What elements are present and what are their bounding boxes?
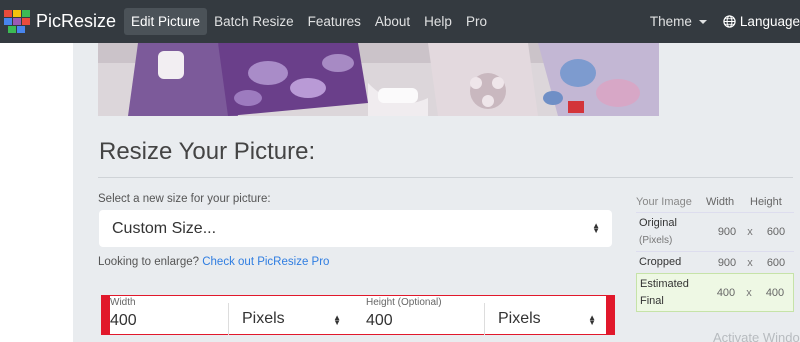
height-unit-select[interactable]: Pixels ▲ ▼	[484, 303, 606, 335]
activate-windows-watermark: Activate Windo	[713, 330, 800, 342]
original-sub: (Pixels)	[639, 235, 673, 246]
navbar: PicResize Edit Picture Batch Resize Feat…	[0, 0, 800, 43]
image-dimensions-table: Your Image Width Height Original (Pixels…	[636, 191, 794, 312]
nav-edit-picture[interactable]: Edit Picture	[124, 8, 208, 35]
original-height: 600	[766, 226, 786, 238]
header-height: Height	[750, 195, 782, 208]
language-label: Language	[739, 14, 800, 29]
select-arrows-icon: ▲ ▼	[588, 313, 596, 327]
header-width: Width	[706, 195, 735, 208]
globe-icon	[723, 15, 736, 28]
height-unit-value: Pixels	[498, 310, 541, 327]
width-label: Width	[110, 297, 136, 308]
language-dropdown[interactable]: Language	[723, 14, 800, 29]
brand-link[interactable]: PicResize	[4, 9, 117, 34]
picresize-logo-icon	[4, 9, 30, 34]
size-select-label: Select a new size for your picture:	[98, 193, 271, 205]
separator: x	[747, 226, 753, 238]
estimated-sub: Final	[640, 294, 664, 307]
cropped-label: Cropped	[639, 256, 682, 268]
estimated-width: 400	[716, 286, 736, 299]
table-row-original: Original (Pixels) 900 x 600	[636, 212, 794, 251]
nav-help[interactable]: Help	[417, 8, 459, 35]
estimated-label: Estimated	[640, 277, 689, 290]
cropped-height: 600	[766, 256, 786, 269]
nav-pro[interactable]: Pro	[459, 8, 494, 35]
select-arrows-icon: ▲ ▼	[333, 313, 341, 327]
theme-label: Theme	[649, 14, 692, 29]
width-unit-value: Pixels	[242, 310, 285, 327]
chevron-down-icon	[698, 19, 707, 24]
width-unit-select[interactable]: Pixels ▲ ▼	[228, 303, 356, 335]
pro-link[interactable]: Check out PicResize Pro	[202, 256, 329, 268]
height-label: Height (Optional)	[366, 297, 442, 308]
size-select[interactable]: Custom Size... ▲ ▼	[99, 210, 612, 247]
header-your-image: Your Image	[636, 195, 692, 208]
table-header: Your Image Width Height	[636, 191, 794, 212]
table-row-estimated: Estimated Final 400 x 400	[636, 273, 794, 312]
height-input[interactable]: 400	[366, 312, 393, 330]
page-title: Resize Your Picture:	[99, 138, 316, 165]
estimated-height: 400	[765, 286, 785, 299]
nav-batch-resize[interactable]: Batch Resize	[207, 8, 301, 35]
left-margin	[0, 43, 73, 342]
nav-features[interactable]: Features	[301, 8, 368, 35]
select-arrows-icon: ▲ ▼	[592, 221, 600, 235]
width-input[interactable]: 400	[110, 312, 137, 330]
original-width: 900	[717, 226, 737, 238]
uploaded-picture	[98, 43, 659, 116]
original-label: Original	[639, 217, 677, 229]
divider	[98, 177, 793, 178]
table-row-cropped: Cropped 900 x 600	[636, 251, 794, 273]
enlarge-text: Looking to enlarge?	[98, 256, 200, 268]
separator: x	[747, 256, 753, 269]
enlarge-hint: Looking to enlarge? Check out PicResize …	[98, 256, 329, 268]
cropped-width: 900	[717, 256, 737, 269]
highlight-marker	[606, 295, 615, 335]
nav-about[interactable]: About	[368, 8, 417, 35]
size-select-value: Custom Size...	[112, 219, 217, 237]
separator: x	[746, 286, 752, 299]
highlight-marker	[101, 295, 110, 335]
theme-dropdown[interactable]: Theme	[650, 14, 707, 29]
brand-name: PicResize	[36, 11, 117, 31]
